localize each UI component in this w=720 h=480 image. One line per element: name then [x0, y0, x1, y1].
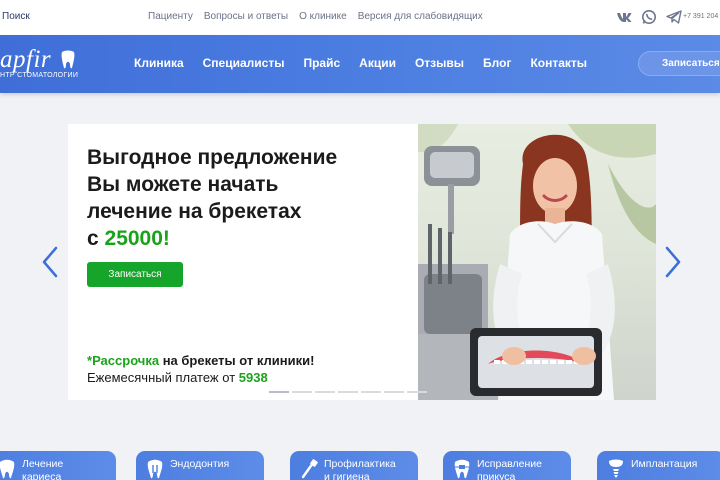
nav-item-price[interactable]: Прайс	[303, 56, 340, 70]
main-menu: Клиника Специалисты Прайс Акции Отзывы Б…	[134, 56, 606, 70]
nav-item-reviews[interactable]: Отзывы	[415, 56, 464, 70]
top-link-patient[interactable]: Пациенту	[148, 11, 193, 22]
carousel-next-arrow-icon[interactable]	[663, 246, 683, 278]
top-link-faq[interactable]: Вопросы и ответы	[204, 11, 288, 22]
carousel-dot[interactable]	[269, 391, 289, 393]
top-link-accessibility[interactable]: Версия для слабовидящих	[358, 11, 483, 22]
service-card-endodontics[interactable]: Эндодонтия	[136, 451, 264, 480]
carousel-dot[interactable]	[292, 391, 312, 393]
headline-line-1: Выгодное предложение	[87, 146, 338, 169]
service-label-2: прикуса	[477, 471, 516, 480]
clinic-logo[interactable]: apfir НТР СТОМАТОЛОГИИ	[0, 46, 95, 84]
service-label: Имплантация	[631, 458, 698, 470]
headline-line-2: Вы можете начать	[87, 173, 279, 196]
search-link[interactable]: Поиск	[2, 11, 30, 22]
phone-number[interactable]: +7 391 204	[683, 13, 718, 20]
telegram-icon[interactable]	[666, 9, 682, 25]
nav-item-promotions[interactable]: Акции	[359, 56, 396, 70]
service-label-2: и гигиена	[324, 471, 370, 480]
service-card-bite-correction[interactable]: Исправление прикуса	[443, 451, 571, 480]
carousel-dot[interactable]	[407, 391, 427, 393]
logo-subtitle: НТР СТОМАТОЛОГИИ	[0, 72, 79, 79]
carousel-dot[interactable]	[315, 391, 335, 393]
top-utility-bar: Поиск Пациенту Вопросы и ответы О клиник…	[0, 0, 720, 35]
main-nav: apfir НТР СТОМАТОЛОГИИ Клиника Специалис…	[0, 35, 720, 93]
doctor-photo	[418, 124, 656, 400]
implant-icon	[607, 459, 625, 480]
braces-icon	[453, 459, 471, 480]
service-label-2: кариеса	[22, 471, 62, 480]
nav-item-blog[interactable]: Блог	[483, 56, 511, 70]
banner-signup-button[interactable]: Записаться	[87, 262, 183, 287]
carousel-dot[interactable]	[338, 391, 358, 393]
installment-label: Рассрочка	[92, 353, 160, 368]
logo-wordmark: apfir	[0, 46, 52, 73]
carousel-pagination	[269, 391, 430, 393]
service-label: Профилактика	[324, 458, 396, 470]
appointment-button[interactable]: Записаться	[638, 51, 720, 76]
top-links: Пациенту Вопросы и ответы О клинике Верс…	[148, 11, 494, 22]
nav-item-specialists[interactable]: Специалисты	[203, 56, 285, 70]
headline-line-3: лечение на брекетах	[87, 200, 302, 223]
social-links	[616, 9, 691, 25]
promo-banner: Выгодное предложение Вы можете начать ле…	[68, 124, 656, 400]
service-label: Лечение	[22, 458, 64, 470]
top-link-about[interactable]: О клинике	[299, 11, 347, 22]
service-card-implantation[interactable]: Имплантация	[597, 451, 720, 480]
nav-item-clinic[interactable]: Клиника	[134, 56, 184, 70]
service-card-prophylaxis[interactable]: Профилактика и гигиена	[290, 451, 418, 480]
tooth-root-icon	[146, 459, 164, 480]
headline-line-4: с 25000!	[87, 227, 170, 250]
monthly-amount: 5938	[238, 370, 268, 385]
carousel-prev-arrow-icon[interactable]	[40, 246, 60, 278]
whatsapp-icon[interactable]	[641, 9, 657, 25]
banner-headline: Выгодное предложение Вы можете начать ле…	[87, 144, 337, 252]
toothbrush-icon	[300, 459, 318, 480]
carousel-dot[interactable]	[384, 391, 404, 393]
services-row: Лечение кариеса Эндодонтия Профилактика …	[0, 451, 720, 480]
service-card-caries[interactable]: Лечение кариеса	[0, 451, 116, 480]
vk-icon[interactable]	[616, 9, 632, 25]
service-label: Эндодонтия	[170, 458, 230, 470]
installment-note: *Рассрочка на брекеты от клиники! Ежемес…	[87, 353, 315, 385]
nav-item-contacts[interactable]: Контакты	[530, 56, 587, 70]
headline-price: 25000!	[104, 227, 170, 250]
tooth-icon	[0, 459, 16, 480]
service-label: Исправление	[477, 458, 542, 470]
carousel-dot[interactable]	[361, 391, 381, 393]
